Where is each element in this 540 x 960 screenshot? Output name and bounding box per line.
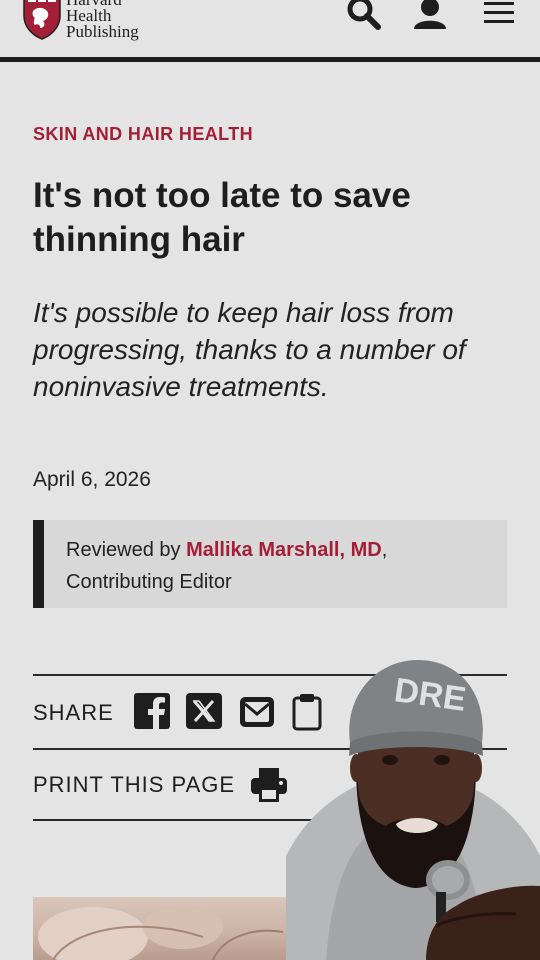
reviewed-by-label: Reviewed by	[66, 539, 187, 561]
logo-text: Harvard Health Publishing	[66, 0, 139, 40]
search-icon[interactable]	[346, 0, 382, 30]
reviewer-box: Reviewed by Mallika Marshall, MD, Contri…	[33, 520, 507, 608]
hamburger-menu-icon[interactable]	[483, 0, 515, 26]
share-label: SHARE	[33, 700, 114, 725]
x-icon[interactable]	[186, 693, 222, 729]
user-icon[interactable]	[412, 0, 448, 30]
reviewer-line: Reviewed by Mallika Marshall, MD,	[66, 534, 507, 566]
article-category-link[interactable]: SKIN AND HAIR HEALTH	[33, 124, 253, 145]
harvard-shield-icon	[23, 0, 61, 40]
article-subtitle: It's possible to keep hair loss from pro…	[33, 297, 466, 402]
site-header: Harvard Health Publishing	[0, 0, 540, 62]
logo-line-publishing: Publishing	[66, 22, 139, 41]
article-date: April 6, 2026	[33, 468, 151, 491]
reviewer-role: Contributing Editor	[66, 571, 232, 593]
creator-video-overlay: DRE	[286, 656, 540, 960]
facebook-icon[interactable]	[134, 693, 170, 729]
reviewer-comma: ,	[381, 539, 388, 561]
reviewer-name-link[interactable]: Mallika Marshall, MD	[186, 539, 382, 561]
print-page-link[interactable]: PRINT THIS PAGE	[33, 772, 235, 798]
harvard-health-logo[interactable]: Harvard Health Publishing	[22, 0, 139, 40]
email-icon[interactable]	[238, 695, 276, 729]
article-title: It's not too late to save thinning hair	[33, 176, 411, 259]
article-hero-image	[33, 897, 293, 960]
printer-icon[interactable]	[250, 767, 288, 803]
